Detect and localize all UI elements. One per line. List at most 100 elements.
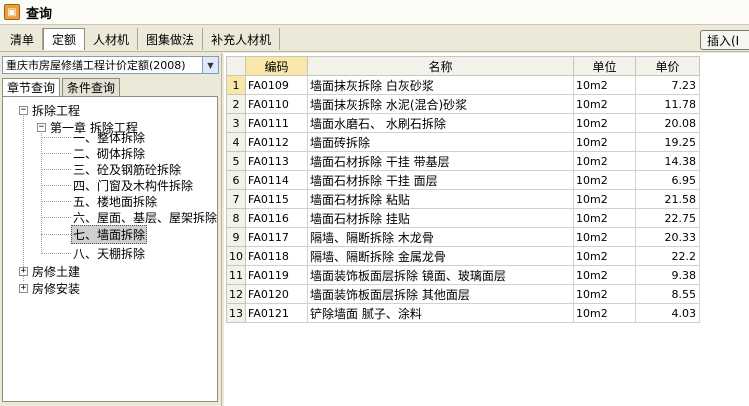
cell-name[interactable]: 墙面水磨石、 水刷石拆除: [307, 113, 574, 133]
table-row[interactable]: 5 FA0113 墙面石材拆除 干挂 带基层 10m2 14.38: [226, 151, 700, 171]
tree-node-section-selected[interactable]: 七、墙面拆除: [71, 224, 148, 244]
tree-label: 二、砌体拆除: [73, 146, 146, 161]
table-row[interactable]: 11 FA0119 墙面装饰板面层拆除 镜面、玻璃面层 10m2 9.38: [226, 265, 700, 285]
cell-price[interactable]: 4.03: [635, 303, 700, 323]
tree-label: 一、整体拆除: [73, 130, 146, 145]
tree-node-demolition[interactable]: − 拆除工程: [19, 102, 80, 118]
table-row[interactable]: 13 FA0121 铲除墙面 腻子、涂料 10m2 4.03: [226, 303, 700, 323]
cell-price[interactable]: 20.08: [635, 113, 700, 133]
expand-icon[interactable]: +: [19, 283, 28, 293]
cell-price[interactable]: 22.75: [635, 208, 700, 228]
table-row[interactable]: 6 FA0114 墙面石材拆除 干挂 面层 10m2 6.95: [226, 170, 700, 190]
cell-code[interactable]: FA0109: [245, 75, 308, 95]
insert-button[interactable]: 插入(I: [700, 30, 749, 50]
cell-unit[interactable]: 10m2: [573, 75, 636, 95]
cell-name[interactable]: 墙面装饰板面层拆除 其他面层: [307, 284, 574, 304]
tab-condition-search[interactable]: 条件查询: [62, 78, 121, 96]
cell-name[interactable]: 隔墙、隔断拆除 木龙骨: [307, 227, 574, 247]
tree-node-section[interactable]: 三、砼及钢筋砼拆除: [73, 161, 181, 177]
tab-bill[interactable]: 清单: [2, 28, 44, 50]
cell-price[interactable]: 19.25: [635, 132, 700, 152]
table-row[interactable]: 7 FA0115 墙面石材拆除 粘贴 10m2 21.58: [226, 189, 700, 209]
cell-name[interactable]: 墙面抹灰拆除 白灰砂浆: [307, 75, 574, 95]
tab-quota[interactable]: 定额: [43, 28, 86, 50]
cell-name[interactable]: 墙面石材拆除 干挂 带基层: [307, 151, 574, 171]
table-row[interactable]: 1 FA0109 墙面抹灰拆除 白灰砂浆 10m2 7.23: [226, 75, 700, 95]
cell-name[interactable]: 墙面装饰板面层拆除 镜面、玻璃面层: [307, 265, 574, 285]
cell-code[interactable]: FA0118: [245, 246, 308, 266]
tree-node-section[interactable]: 八、天棚拆除: [73, 245, 145, 261]
collapse-icon[interactable]: −: [19, 105, 28, 115]
chevron-down-icon[interactable]: ▼: [202, 57, 218, 73]
cell-name[interactable]: 墙面石材拆除 干挂 面层: [307, 170, 574, 190]
cell-code[interactable]: FA0116: [245, 208, 308, 228]
expand-icon[interactable]: +: [19, 266, 28, 276]
column-header-name[interactable]: 名称: [307, 56, 574, 76]
table-row[interactable]: 9 FA0117 隔墙、隔断拆除 木龙骨 10m2 20.33: [226, 227, 700, 247]
cell-code[interactable]: FA0119: [245, 265, 308, 285]
cell-code[interactable]: FA0111: [245, 113, 308, 133]
cell-unit[interactable]: 10m2: [573, 303, 636, 323]
column-header-rownum[interactable]: [226, 56, 246, 76]
cell-name[interactable]: 墙面石材拆除 粘贴: [307, 189, 574, 209]
cell-unit[interactable]: 10m2: [573, 265, 636, 285]
cell-unit[interactable]: 10m2: [573, 151, 636, 171]
cell-price[interactable]: 11.78: [635, 94, 700, 114]
tree-node-section[interactable]: 四、门窗及木构件拆除: [73, 177, 193, 193]
table-row[interactable]: 2 FA0110 墙面抹灰拆除 水泥(混合)砂浆 10m2 11.78: [226, 94, 700, 114]
column-header-code[interactable]: 编码: [245, 56, 308, 76]
cell-code[interactable]: FA0114: [245, 170, 308, 190]
tree-node-section[interactable]: 五、楼地面拆除: [73, 193, 157, 209]
cell-code[interactable]: FA0110: [245, 94, 308, 114]
tab-labor-material-machine[interactable]: 人材机: [85, 28, 139, 50]
column-header-unit[interactable]: 单位: [573, 56, 636, 76]
cell-name[interactable]: 墙面石材拆除 挂贴: [307, 208, 574, 228]
cell-name[interactable]: 墙面砖拆除: [307, 132, 574, 152]
table-row[interactable]: 12 FA0120 墙面装饰板面层拆除 其他面层 10m2 8.55: [226, 284, 700, 304]
cell-price[interactable]: 21.58: [635, 189, 700, 209]
cell-code[interactable]: FA0117: [245, 227, 308, 247]
table-row[interactable]: 8 FA0116 墙面石材拆除 挂贴 10m2 22.75: [226, 208, 700, 228]
tab-supplementary[interactable]: 补充人材机: [203, 28, 281, 50]
tab-atlas-method[interactable]: 图集做法: [138, 28, 204, 50]
cell-unit[interactable]: 10m2: [573, 208, 636, 228]
cell-unit[interactable]: 10m2: [573, 132, 636, 152]
cell-unit[interactable]: 10m2: [573, 246, 636, 266]
cell-name[interactable]: 墙面抹灰拆除 水泥(混合)砂浆: [307, 94, 574, 114]
tab-chapter-search[interactable]: 章节查询: [2, 78, 61, 96]
table-row[interactable]: 4 FA0112 墙面砖拆除 10m2 19.25: [226, 132, 700, 152]
cell-price[interactable]: 6.95: [635, 170, 700, 190]
tree-node-house-civil[interactable]: + 房修土建: [19, 263, 80, 279]
collapse-icon[interactable]: −: [37, 122, 46, 132]
row-number: 11: [226, 265, 246, 285]
tree-label: 房修安装: [32, 281, 81, 296]
tree-node-section[interactable]: 一、整体拆除: [73, 129, 145, 145]
table-row[interactable]: 3 FA0111 墙面水磨石、 水刷石拆除 10m2 20.08: [226, 113, 700, 133]
cell-price[interactable]: 20.33: [635, 227, 700, 247]
cell-price[interactable]: 14.38: [635, 151, 700, 171]
cell-code[interactable]: FA0115: [245, 189, 308, 209]
cell-name[interactable]: 隔墙、隔断拆除 金属龙骨: [307, 246, 574, 266]
cell-code[interactable]: FA0120: [245, 284, 308, 304]
tree-label: 四、门窗及木构件拆除: [73, 178, 194, 193]
cell-price[interactable]: 8.55: [635, 284, 700, 304]
cell-code[interactable]: FA0112: [245, 132, 308, 152]
cell-price[interactable]: 9.38: [635, 265, 700, 285]
tree-node-house-install[interactable]: + 房修安装: [19, 280, 80, 296]
cell-price[interactable]: 22.2: [635, 246, 700, 266]
cell-code[interactable]: FA0121: [245, 303, 308, 323]
cell-name[interactable]: 铲除墙面 腻子、涂料: [307, 303, 574, 323]
cell-unit[interactable]: 10m2: [573, 170, 636, 190]
cell-unit[interactable]: 10m2: [573, 189, 636, 209]
cell-unit[interactable]: 10m2: [573, 227, 636, 247]
tree-node-section[interactable]: 二、砌体拆除: [73, 145, 145, 161]
column-header-price[interactable]: 单价: [635, 56, 700, 76]
cell-unit[interactable]: 10m2: [573, 284, 636, 304]
cell-unit[interactable]: 10m2: [573, 94, 636, 114]
cell-price[interactable]: 7.23: [635, 75, 700, 95]
tree-node-section[interactable]: 六、屋面、基层、屋架拆除: [73, 209, 217, 225]
cell-code[interactable]: FA0113: [245, 151, 308, 171]
quota-library-select[interactable]: 重庆市房屋修缮工程计价定额(2008) ▼: [2, 56, 219, 74]
cell-unit[interactable]: 10m2: [573, 113, 636, 133]
table-row[interactable]: 10 FA0118 隔墙、隔断拆除 金属龙骨 10m2 22.2: [226, 246, 700, 266]
